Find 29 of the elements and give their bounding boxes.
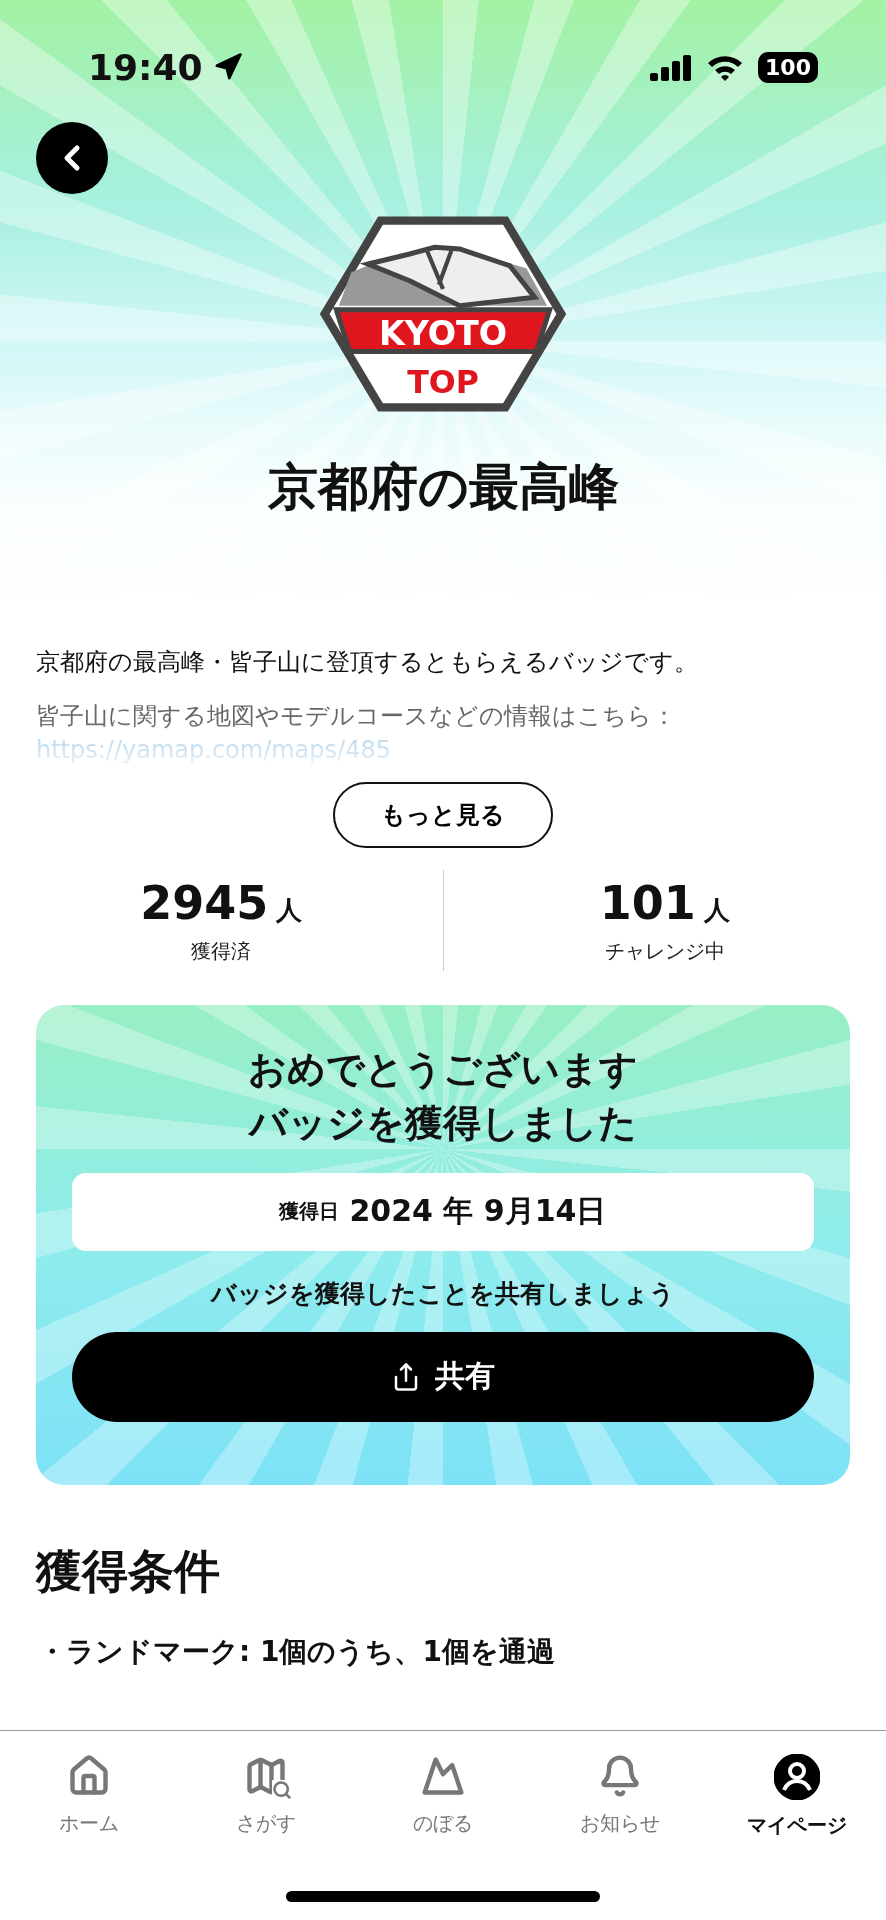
tab-item[interactable]: さがす xyxy=(177,1753,355,1840)
stat-unit: 人 xyxy=(703,895,730,925)
stat-label: チャレンジ中 xyxy=(604,938,725,965)
mountain-icon xyxy=(421,1754,465,1798)
user-icon xyxy=(774,1754,821,1800)
condition-item: ・ランドマーク: 1個のうち、1個を通過 xyxy=(38,1634,556,1670)
stat-count: 101 xyxy=(599,876,696,930)
description-text: 京都府の最高峰・皆子山に登頂するともらえるバッジです。 xyxy=(36,647,699,678)
stat-unit: 人 xyxy=(276,895,303,925)
battery-indicator: 100 xyxy=(758,51,818,83)
stat-count: 2945 xyxy=(140,876,269,930)
status-time: 19:40 xyxy=(88,46,243,88)
badge-title: 京都府の最高峰 xyxy=(266,457,620,518)
description-text: 皆子山に関する地図やモデルコースなどの情報はこちら： xyxy=(36,701,677,732)
congratulations-text: おめでとうございます バッジを獲得しました xyxy=(248,1046,638,1147)
wifi-icon xyxy=(706,53,745,81)
share-prompt: バッジを獲得したことを共有しましょう xyxy=(211,1277,675,1310)
tab-item[interactable]: のぼる xyxy=(354,1753,532,1840)
kyoto-top-badge-drawing: KYOTO TOP xyxy=(318,214,568,414)
more-button[interactable]: もっと見る xyxy=(333,782,553,848)
signal-icon xyxy=(650,53,693,81)
date-label: 獲得日 xyxy=(279,1198,340,1226)
tab-item[interactable]: マイページ xyxy=(708,1753,886,1840)
tab-item[interactable]: ホーム xyxy=(0,1753,178,1840)
tab-item[interactable]: お知らせ xyxy=(531,1753,709,1840)
conditions-heading: 獲得条件 xyxy=(36,1543,221,1600)
share-button[interactable]: 共有 xyxy=(72,1331,814,1422)
date-text: 2024 年 9月14日 xyxy=(349,1192,607,1231)
stat-label: 獲得済 xyxy=(191,938,252,965)
